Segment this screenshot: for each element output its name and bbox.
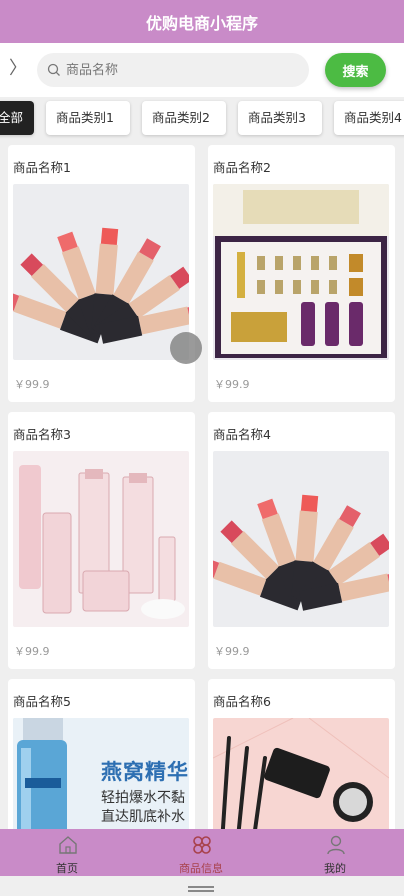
product-price: ￥99.9 [14, 378, 50, 391]
product-price: ￥99.9 [14, 645, 50, 658]
product-card[interactable]: 商品名称4 ￥99.9 [208, 412, 395, 669]
category-chip-1[interactable]: 商品类别1 [46, 101, 130, 135]
category-chip-all[interactable]: 全部 [0, 101, 34, 135]
ad-headline: 燕窝精华 [101, 760, 189, 784]
category-bar: 全部 商品类别1 商品类别2 商品类别3 商品类别4 [0, 97, 404, 141]
product-name: 商品名称4 [213, 427, 271, 442]
product-name: 商品名称3 [13, 427, 71, 442]
tab-label: 我的 [324, 862, 346, 875]
tab-profile[interactable]: 我的 [268, 829, 402, 876]
floating-assist-button[interactable] [170, 332, 202, 364]
search-icon [47, 63, 60, 76]
cosmetic-bottles-image [13, 451, 189, 627]
category-chip-3[interactable]: 商品类别3 [238, 101, 322, 135]
search-input[interactable] [66, 55, 286, 85]
user-icon [327, 835, 345, 855]
product-price: ￥99.9 [214, 378, 250, 391]
product-image [213, 451, 389, 627]
app-title: 优购电商小程序 [145, 13, 258, 33]
product-name: 商品名称2 [213, 160, 271, 175]
product-name: 商品名称5 [13, 694, 71, 709]
makeup-flatlay-image [213, 718, 389, 829]
product-image: 燕窝精华 轻拍爆水不黏 直达肌底补水 [13, 718, 189, 829]
gift-box-image [213, 184, 389, 360]
home-indicator-bar [188, 886, 214, 888]
tab-label: 首页 [56, 862, 78, 875]
product-card[interactable]: 商品名称6 [208, 679, 395, 829]
home-icon [59, 836, 77, 854]
title-bar: 优购电商小程序 [0, 0, 404, 43]
product-grid: 商品名称1 ￥99.9 商品名称2 ￥99.9 商品名称3 ￥99.9 商品名称… [0, 141, 404, 829]
search-bar: 〉 搜索 [0, 43, 404, 97]
product-card[interactable]: 商品名称3 ￥99.9 [8, 412, 195, 669]
product-image [13, 451, 189, 627]
lipstick-image [213, 451, 389, 627]
product-card[interactable]: 商品名称1 ￥99.9 [8, 145, 195, 402]
product-card[interactable]: 商品名称2 ￥99.9 [208, 145, 395, 402]
product-image [213, 184, 389, 360]
product-name: 商品名称1 [13, 160, 71, 175]
product-price: ￥99.9 [214, 645, 250, 658]
ad-subline: 轻拍爆水不黏 [101, 790, 185, 806]
product-card[interactable]: 商品名称5 燕窝精华 轻拍爆水不黏 直达肌底补水 [8, 679, 195, 829]
search-field[interactable] [37, 53, 309, 87]
home-indicator [0, 876, 404, 896]
ad-subline: 直达肌底补水 [101, 809, 185, 825]
product-name: 商品名称6 [213, 694, 271, 709]
category-chip-2[interactable]: 商品类别2 [142, 101, 226, 135]
lipstick-image [13, 184, 189, 360]
search-button[interactable]: 搜索 [325, 53, 386, 87]
tab-products[interactable]: 商品信息 [134, 829, 268, 876]
tab-label: 商品信息 [179, 862, 223, 875]
tab-home[interactable]: 首页 [0, 829, 134, 876]
bottom-tab-bar: 首页 商品信息 我的 [0, 829, 404, 876]
clover-icon [193, 836, 211, 854]
chevron-right-icon[interactable]: 〉 [9, 58, 27, 80]
product-image [13, 184, 189, 360]
product-image [213, 718, 389, 829]
category-chip-4[interactable]: 商品类别4 [334, 101, 404, 135]
